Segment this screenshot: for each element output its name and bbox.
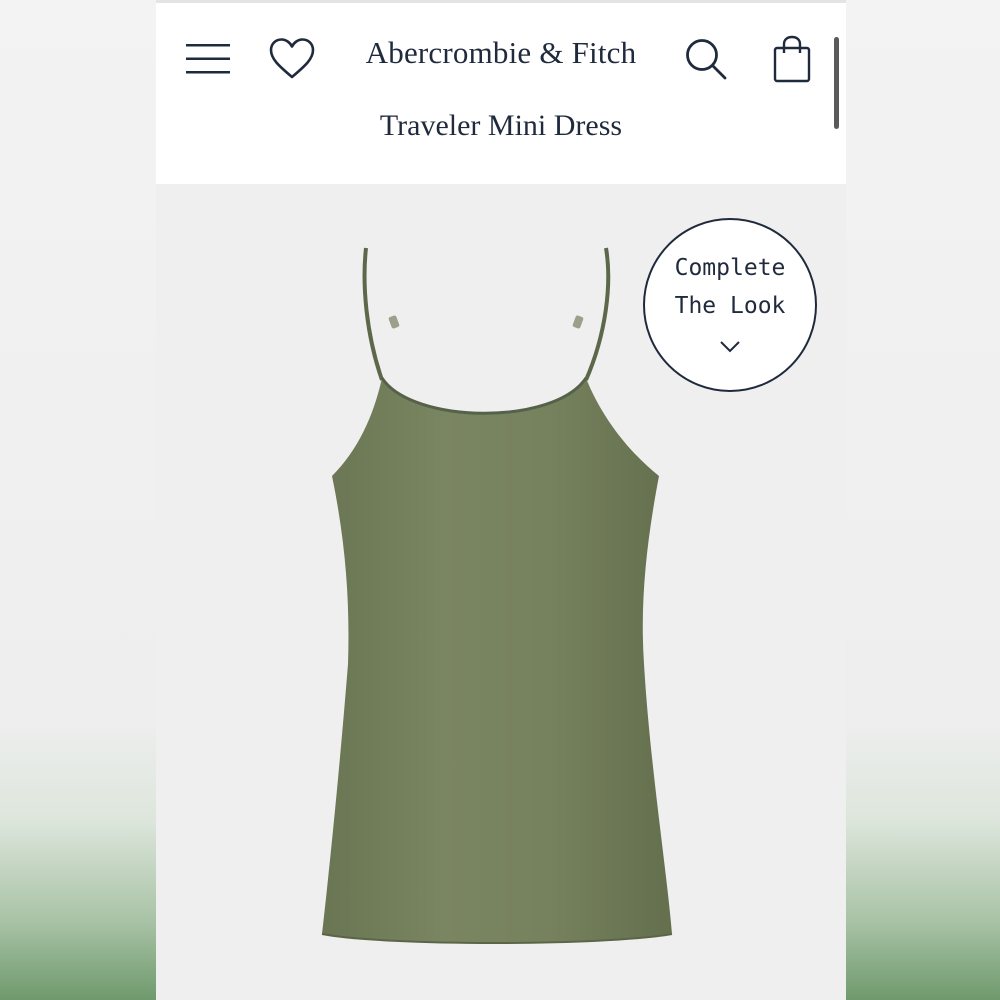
complete-look-line1: Complete xyxy=(674,255,786,281)
search-button[interactable] xyxy=(680,33,732,85)
shopping-bag-button[interactable] xyxy=(766,31,818,87)
product-image-dress xyxy=(321,247,673,944)
brand-logo[interactable]: Abercrombie & Fitch xyxy=(346,35,656,71)
phone-screen: Abercrombie & Fitch Traveler Mini Dress xyxy=(156,0,846,1000)
heart-icon xyxy=(269,38,315,79)
search-icon xyxy=(686,39,727,80)
complete-the-look-button[interactable]: Complete The Look xyxy=(643,218,817,392)
wishlist-button[interactable] xyxy=(266,33,318,85)
background-right-blur xyxy=(846,0,1000,1000)
menu-button[interactable] xyxy=(182,33,234,85)
hamburger-menu-icon xyxy=(186,44,230,74)
background-left-blur xyxy=(0,0,156,1000)
complete-look-line2: The Look xyxy=(674,293,786,319)
chevron-down-icon xyxy=(720,341,740,353)
site-header: Abercrombie & Fitch Traveler Mini Dress xyxy=(156,0,846,184)
product-title: Traveler Mini Dress xyxy=(379,109,623,142)
shopping-bag-icon xyxy=(773,35,811,83)
